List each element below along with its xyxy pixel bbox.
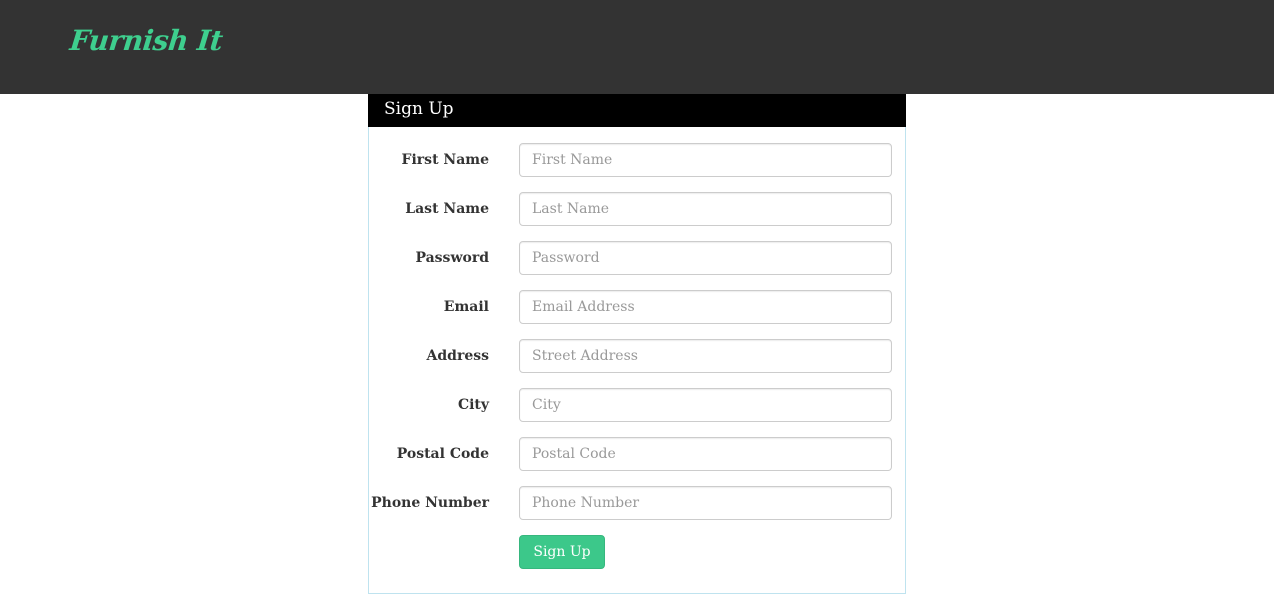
last-name-label: Last Name — [405, 201, 489, 217]
postal-code-label: Postal Code — [396, 446, 489, 462]
email-input[interactable] — [519, 290, 892, 324]
phone-number-label: Phone Number — [371, 495, 489, 511]
form-row-city: City — [369, 388, 907, 422]
panel-title: Sign Up — [384, 99, 454, 119]
phone-number-input[interactable] — [519, 486, 892, 520]
form-row-password: Password — [369, 241, 907, 275]
first-name-label: First Name — [401, 152, 489, 168]
first-name-input[interactable] — [519, 143, 892, 177]
form-row-phone-number: Phone Number — [369, 486, 907, 520]
form-row-postal-code: Postal Code — [369, 437, 907, 471]
postal-code-input[interactable] — [519, 437, 892, 471]
brand-logo[interactable]: Furnish It — [68, 24, 224, 57]
password-input[interactable] — [519, 241, 892, 275]
form-row-address: Address — [369, 339, 907, 373]
last-name-input[interactable] — [519, 192, 892, 226]
navbar: Furnish It — [0, 0, 1274, 94]
password-label: Password — [415, 250, 489, 266]
city-input[interactable] — [519, 388, 892, 422]
sign-up-button[interactable]: Sign Up — [519, 535, 605, 569]
form-row-last-name: Last Name — [369, 192, 907, 226]
form-row-first-name: First Name — [369, 143, 907, 177]
city-label: City — [457, 397, 489, 413]
panel-heading: Sign Up — [368, 94, 906, 127]
email-label: Email — [443, 299, 489, 315]
address-label: Address — [426, 348, 490, 364]
form-row-email: Email — [369, 290, 907, 324]
address-input[interactable] — [519, 339, 892, 373]
signup-panel: Sign Up First Name Last Name Password Em… — [368, 94, 906, 594]
